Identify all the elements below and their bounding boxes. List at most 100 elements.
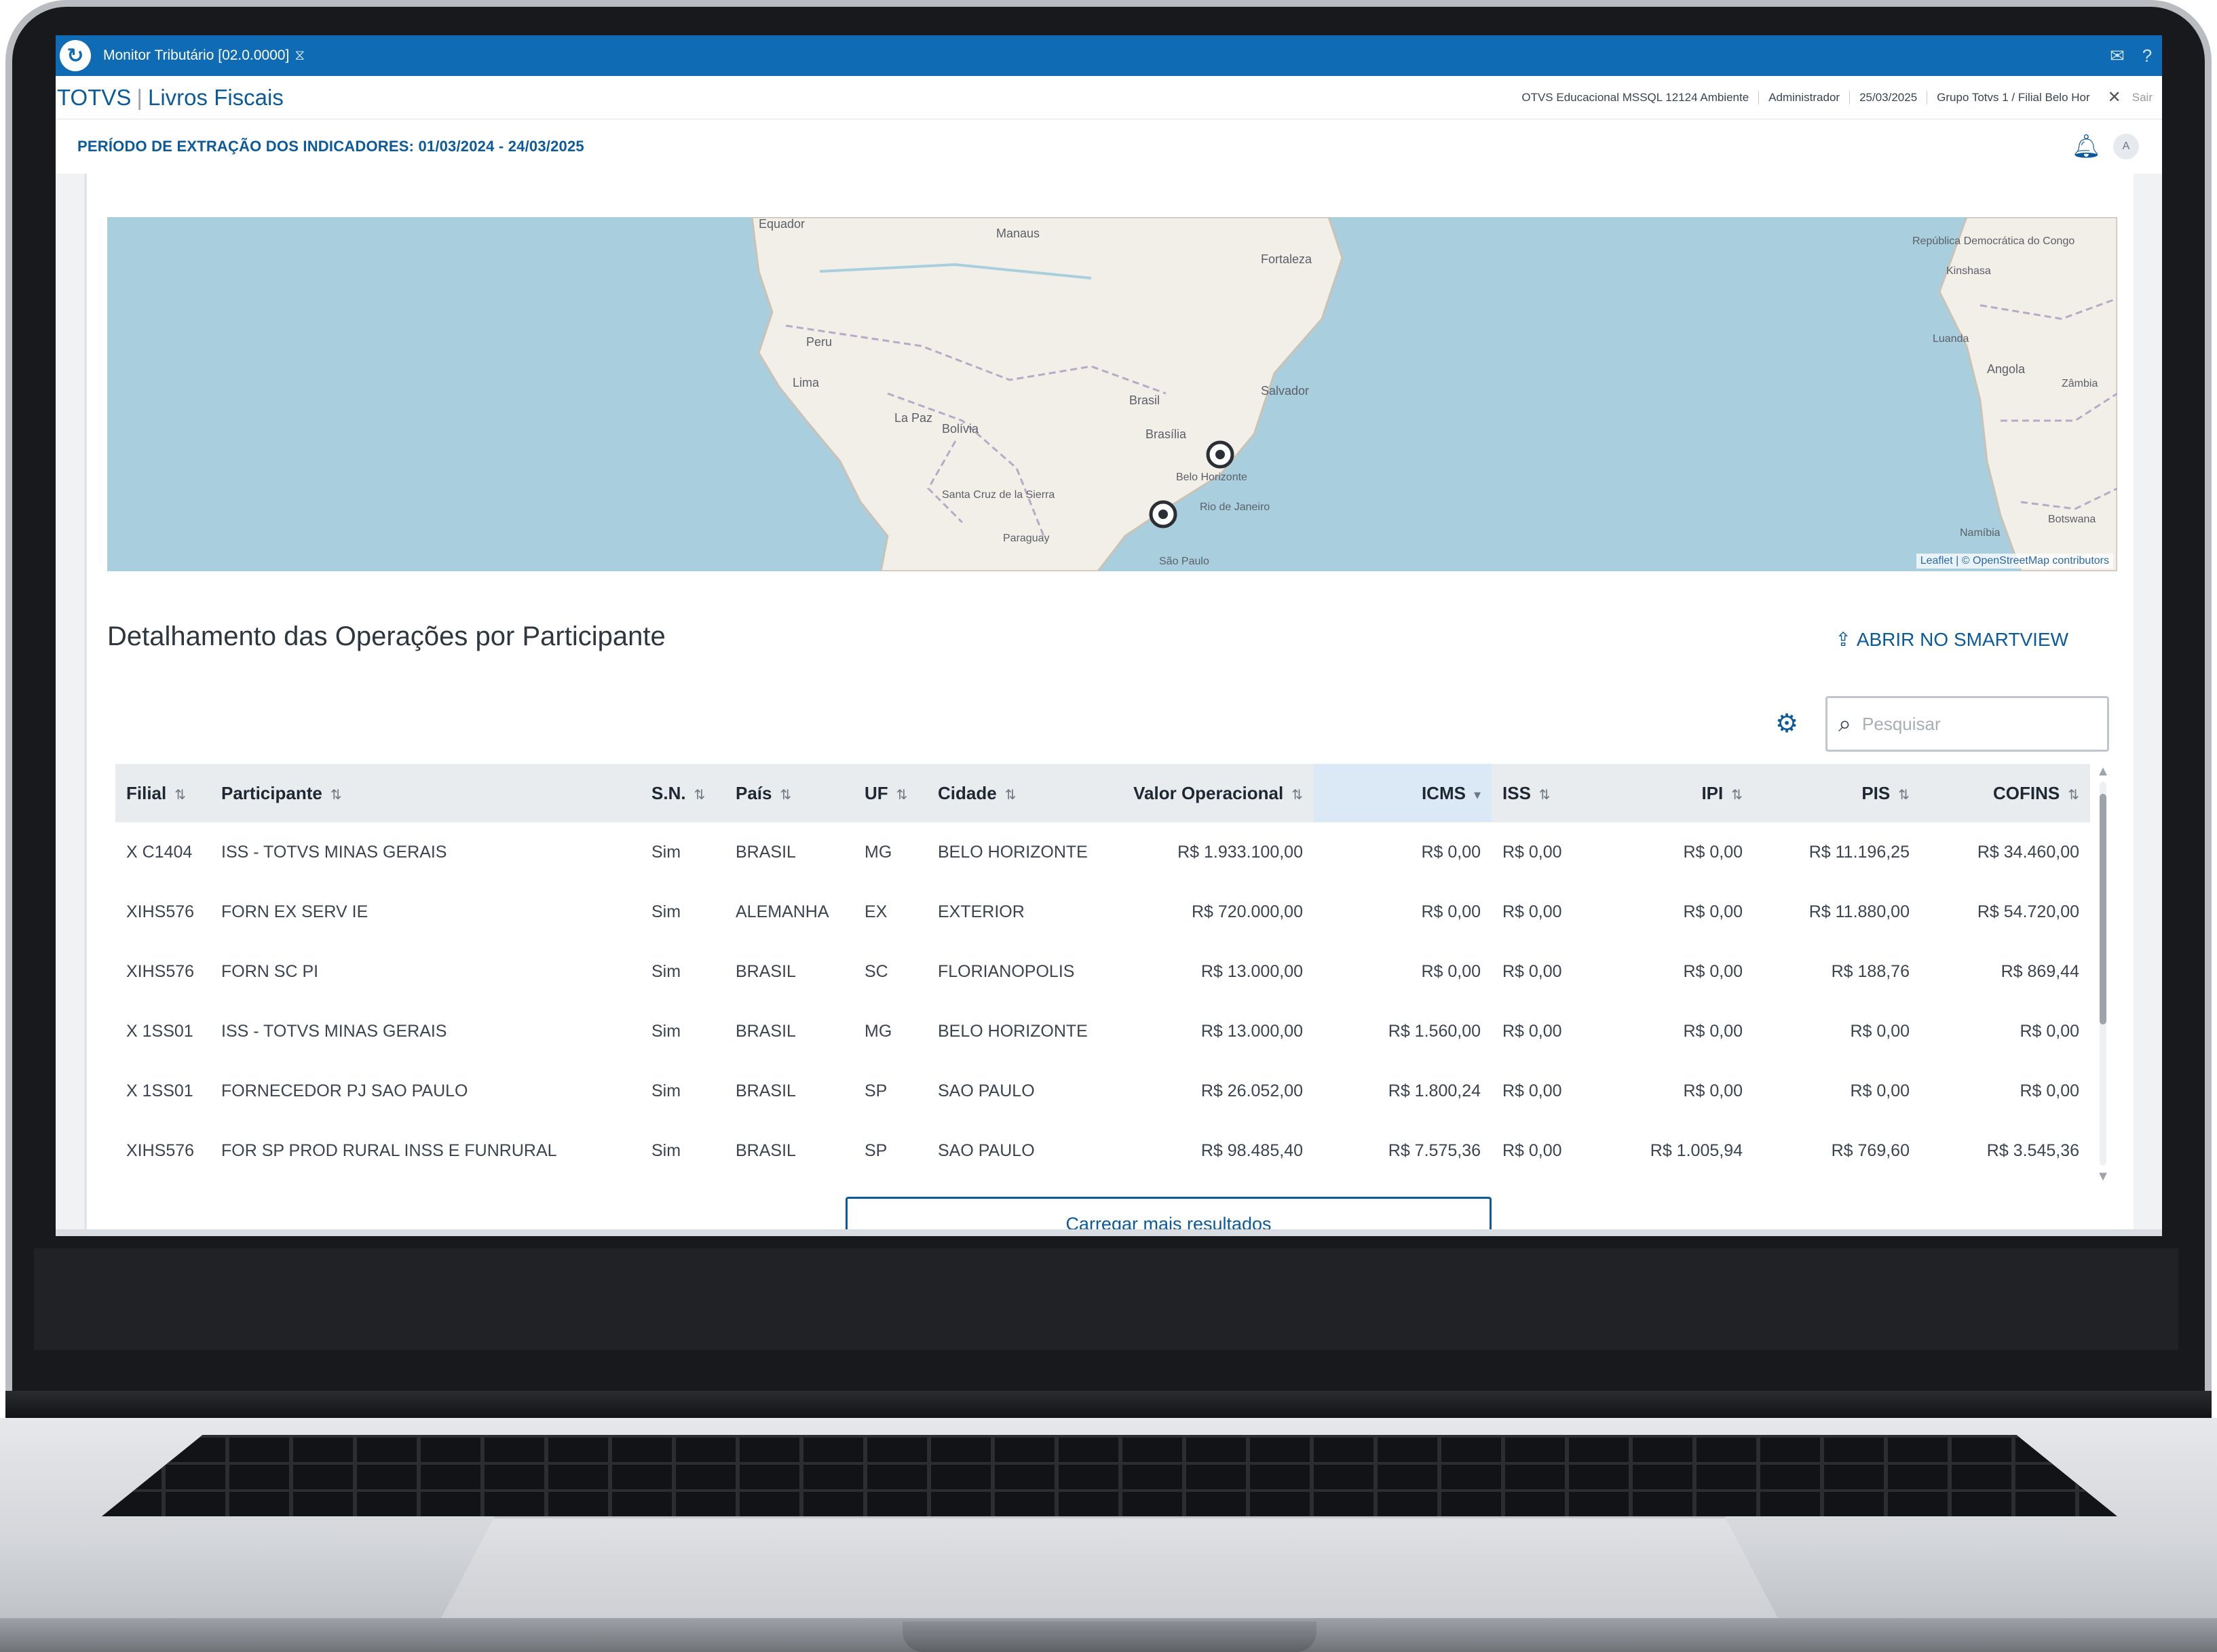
totvs-logo-icon: ↻ [60,40,91,71]
map-label: Angola [1987,362,2026,376]
cell-participante: FORN EX SERV IE [221,902,368,921]
cell-participante: FOR SP PROD RURAL INSS E FUNRURAL [221,1140,557,1160]
cell-uf: SP [865,1081,888,1100]
cell-cofins: R$ 3.545,36 [1986,1140,2079,1160]
map-label: Fortaleza [1261,252,1312,266]
cell-pis: R$ 11.196,25 [1808,842,1910,862]
context-environment[interactable]: OTVS Educacional MSSQL 12124 Ambiente [1512,91,1758,104]
cell-cidade: FLORIANOPOLIS [938,961,1075,981]
participants-table-wrapper: Filial ⇅ Participante ⇅ S.N. ⇅ País ⇅ UF ⇅ Ci… [115,764,2110,1185]
cell-participante: FORNECEDOR PJ SAO PAULO [221,1081,468,1100]
brand[interactable]: TOTVS | Livros Fiscais [56,85,284,111]
column-header-valor-operacional[interactable]: Valor Operacional ⇅ [1117,764,1314,822]
context-date[interactable]: 25/03/2025 [1849,90,1927,104]
cell-cofins: R$ 54.720,00 [1977,902,2079,921]
cell-uf: EX [865,902,888,921]
search-icon: ⌕ [1838,710,1852,737]
cell-sn: Sim [651,1081,681,1100]
marker-sao-paulo-icon[interactable] [1149,500,1177,529]
table-row[interactable]: X 1SS01 FORNECEDOR PJ SAO PAULO Sim BRAS… [115,1061,2090,1121]
open-smartview-button[interactable]: ⇪ ABRIR NO SMARTVIEW [1835,628,2068,651]
marker-belo-horizonte-icon[interactable] [1206,440,1234,469]
cell-cofins: R$ 869,44 [2001,961,2079,981]
map-label: São Paulo [1159,556,1209,567]
table-row[interactable]: X C1404 ISS - TOTVS MINAS GERAIS Sim BRA… [115,822,2090,882]
cell-filial: X 1SS01 [126,1081,193,1100]
bell-icon[interactable]: 🔔︎ [2072,133,2101,160]
table-scrollbar[interactable]: ▲ ▼ [2096,764,2110,1185]
table-row[interactable]: X 1SS01 ISS - TOTVS MINAS GERAIS Sim BRA… [115,1001,2090,1061]
column-header-cofins[interactable]: COFINS ⇅ [1920,764,2090,822]
sort-icon: ⇅ [1004,787,1017,803]
map-label: Luanda [1933,333,1969,345]
map-label: Peru [806,335,832,349]
scroll-up-icon[interactable]: ▲ [2096,764,2110,780]
column-header-cidade[interactable]: Cidade ⇅ [927,764,1117,822]
context-branch[interactable]: Grupo Totvs 1 / Filial Belo Hor [1927,90,2100,104]
search-input[interactable] [1862,713,2066,735]
search-box[interactable]: ⌕ [1825,696,2109,752]
sort-icon: ⇅ [1898,787,1910,803]
column-header-participante[interactable]: Participante ⇅ [210,764,641,822]
column-header-pis[interactable]: PIS ⇅ [1754,764,1920,822]
map-label: Zâmbia [2062,378,2098,389]
participants-table: Filial ⇅ Participante ⇅ S.N. ⇅ País ⇅ UF ⇅ Ci… [115,764,2090,1180]
avatar[interactable]: A [2113,134,2139,159]
table-header-row: Filial ⇅ Participante ⇅ S.N. ⇅ País ⇅ UF ⇅ Ci… [115,764,2090,822]
cell-icms: R$ 0,00 [1421,842,1481,862]
cell-valor: R$ 13.000,00 [1200,1021,1303,1041]
app-screen: ↻ Monitor Tributário [02.0.0000] ⧖ ✉ ? T… [56,35,2162,1236]
context-info: OTVS Educacional MSSQL 12124 Ambiente Ad… [1512,90,2100,104]
sort-icon: ⇅ [896,787,908,803]
column-header-iss[interactable]: ISS ⇅ [1492,764,1587,822]
cell-ipi: R$ 0,00 [1683,1081,1743,1100]
cell-ipi: R$ 0,00 [1683,842,1743,862]
extraction-period: PERÍODO DE EXTRAÇÃO DOS INDICADORES: 01/… [77,138,584,155]
gear-icon[interactable]: ⚙ [1775,708,1798,739]
cell-pais: BRASIL [736,1021,796,1041]
cell-valor: R$ 13.000,00 [1200,961,1303,981]
help-icon[interactable]: ? [2132,41,2162,71]
cell-sn: Sim [651,1140,681,1160]
cell-sn: Sim [651,842,681,862]
column-header-filial[interactable]: Filial ⇅ [115,764,210,822]
scrollbar-thumb[interactable] [2100,794,2106,1024]
scroll-down-icon[interactable]: ▼ [2096,1169,2110,1185]
cell-icms: R$ 1.560,00 [1388,1021,1481,1041]
table-row[interactable]: XIHS576 FORN SC PI Sim BRASIL SC FLORIAN… [115,942,2090,1001]
column-header-icms[interactable]: ICMS ▾ [1314,764,1492,822]
column-header-uf[interactable]: UF ⇅ [854,764,927,822]
map-label: La Paz [894,411,932,425]
cell-sn: Sim [651,1021,681,1041]
table-row[interactable]: XIHS576 FORN EX SERV IE Sim ALEMANHA EX … [115,882,2090,942]
column-header-sn[interactable]: S.N. ⇅ [641,764,725,822]
open-smartview-label: ABRIR NO SMARTVIEW [1856,628,2068,650]
cell-pais: ALEMANHA [736,902,829,921]
map[interactable]: Equador Manaus Fortaleza Peru Lima Brasi… [107,217,2117,571]
mail-icon[interactable]: ✉ [2102,41,2132,71]
brand-name: TOTVS [57,84,132,110]
map-label: Kinshasa [1946,265,1991,277]
context-user[interactable]: Administrador [1758,90,1849,104]
map-label: Equador [759,217,805,231]
cell-cidade: EXTERIOR [938,902,1025,921]
cell-iss: R$ 0,00 [1502,1081,1562,1100]
map-label: Bolívia [942,422,979,436]
cell-pais: BRASIL [736,961,796,981]
map-canvas: Equador Manaus Fortaleza Peru Lima Brasi… [751,217,2117,571]
cell-pis: R$ 11.880,00 [1808,902,1910,921]
column-header-ipi[interactable]: IPI ⇅ [1587,764,1754,822]
cell-valor: R$ 1.933.100,00 [1177,842,1303,862]
column-header-pais[interactable]: País ⇅ [725,764,854,822]
cell-iss: R$ 0,00 [1502,842,1562,862]
exit-link[interactable]: Sair [2132,91,2162,104]
cell-ipi: R$ 0,00 [1683,961,1743,981]
section-title: Detalhamento das Operações por Participa… [107,621,666,651]
close-icon[interactable]: ✕ [2100,88,2132,107]
map-attribution[interactable]: Leaflet | © OpenStreetMap contributors [1916,554,2113,569]
table-row[interactable]: XIHS576 FOR SP PROD RURAL INSS E FUNRURA… [115,1121,2090,1180]
screen-bottom-edge [56,1229,2162,1236]
laptop-notch [903,1621,1316,1652]
sort-icon: ⇅ [1538,787,1551,803]
laptop-hinge [5,1391,2212,1421]
